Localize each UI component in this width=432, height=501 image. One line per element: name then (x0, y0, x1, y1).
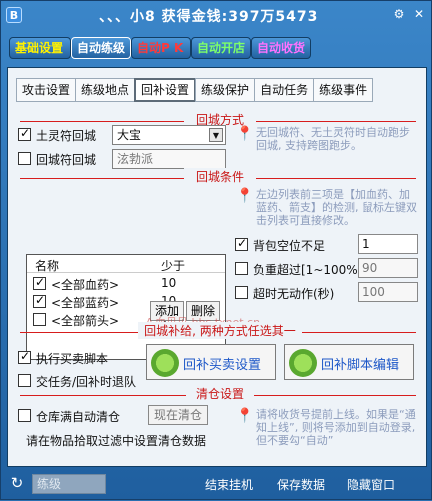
nav-tab-auto-shop[interactable]: 自动开店 (191, 37, 251, 59)
subtab-replenish[interactable]: 回补设置 (134, 78, 197, 102)
return-location-select[interactable]: 大宝 ▼ (112, 125, 226, 145)
save-data-button[interactable]: 保存数据 (277, 476, 325, 493)
subtab-attack[interactable]: 攻击设置 (16, 78, 77, 102)
section-title-clear: 清仓设置 (186, 385, 254, 402)
main-nav: 基础设置 自动练级 自动P K 自动开店 自动收货 (1, 31, 432, 65)
clear-note: 请在物品拾取过滤中设置清仓数据 (26, 434, 207, 448)
auto-clear-checkbox[interactable] (18, 409, 31, 422)
leave-team-checkbox[interactable] (18, 374, 31, 387)
list-item-name: <全部蓝药> (51, 296, 120, 310)
column-name: 名称 (35, 259, 60, 273)
list-item-name: <全部箭头> (51, 314, 120, 328)
title-bar: B 、、、小8 获得金钱:397万5473 ⚙ ✕ (1, 1, 432, 29)
help-return-text: 无回城符、无土灵符时自动跑步回城, 支持跨图跑步。 (256, 126, 410, 152)
nav-tab-basic[interactable]: 基础设置 (9, 37, 71, 59)
bag-space-checkbox[interactable] (235, 236, 248, 251)
timeout-input[interactable]: 100 (358, 282, 418, 302)
list-item-checkbox[interactable] (33, 293, 46, 308)
hide-window-button[interactable]: 隐藏窗口 (347, 476, 395, 493)
level-select[interactable]: 练级 (32, 474, 106, 494)
bag-space-input[interactable]: 1 (358, 234, 418, 254)
chevron-down-icon: ▼ (209, 128, 223, 142)
city-select[interactable]: 泫勃派 (112, 149, 226, 169)
buy-sell-script-label: 执行买卖脚本 (36, 352, 109, 366)
timeout-label: 超时无动作(秒) (253, 287, 335, 301)
buy-sell-script-checkbox[interactable] (18, 349, 31, 364)
weight-checkbox[interactable] (235, 262, 248, 275)
bottom-bar: ↻ 练级 结束挂机 保存数据 隐藏窗口 (1, 467, 432, 501)
frog-icon (289, 349, 317, 377)
section-title-supply: 回城补给, 两种方式任选其一 (138, 322, 302, 339)
list-item-value: 10 (161, 276, 177, 290)
gear-icon[interactable]: ⚙ (391, 6, 407, 22)
buy-sell-settings-button[interactable]: 回补买卖设置 (146, 344, 276, 380)
timeout-checkbox[interactable] (235, 286, 248, 299)
refresh-icon[interactable]: ↻ (9, 475, 25, 491)
subtab-protection[interactable]: 练级保护 (195, 78, 256, 102)
select-value: 大宝 (117, 128, 142, 142)
nav-tab-auto-pk[interactable]: 自动P K (131, 37, 191, 59)
button-label: 回补脚本编辑 (321, 358, 400, 373)
clear-now-button[interactable]: 现在清仓 (148, 405, 208, 425)
nav-tab-label: 基础设置 (15, 41, 64, 55)
return-charm-checkbox[interactable] (18, 152, 31, 165)
pin-icon: 📍 (236, 408, 254, 424)
sub-tabs: 攻击设置 练级地点 回补设置 练级保护 自动任务 练级事件 (16, 78, 420, 102)
nav-tab-label: 自动收货 (257, 41, 306, 55)
list-item-name: <全部血药> (51, 278, 120, 292)
end-hanging-button[interactable]: 结束挂机 (205, 476, 253, 493)
earth-charm-label: 土灵符回城 (36, 129, 97, 143)
settings-panel: 攻击设置 练级地点 回补设置 练级保护 自动任务 练级事件 回城方式 土灵符回城… (7, 67, 427, 467)
pin-icon: 📍 (236, 188, 254, 204)
auto-clear-label: 仓库满自动清仓 (36, 410, 121, 424)
return-charm-label: 回城符回城 (36, 153, 97, 167)
column-less-than: 少于 (161, 259, 186, 273)
main-window: B 、、、小8 获得金钱:397万5473 ⚙ ✕ 基础设置 自动练级 自动P … (0, 0, 432, 500)
subtab-location[interactable]: 练级地点 (75, 78, 136, 102)
list-header: 名称 少于 (27, 255, 225, 273)
bag-space-label: 背包空位不足 (253, 239, 326, 253)
subtab-tasks[interactable]: 自动任务 (254, 78, 315, 102)
pin-icon: 📍 (236, 126, 254, 142)
list-item-checkbox[interactable] (33, 275, 46, 290)
button-label: 回补买卖设置 (183, 358, 262, 373)
select-value: 泫勃派 (117, 152, 154, 166)
app-icon: B (6, 7, 22, 23)
nav-tab-auto-leveling[interactable]: 自动练级 (71, 37, 131, 59)
nav-tab-auto-receive[interactable]: 自动收货 (251, 37, 311, 59)
subtab-events[interactable]: 练级事件 (313, 78, 374, 102)
section-title-conditions: 回城条件 (184, 168, 256, 185)
nav-tab-label: 自动P K (137, 41, 184, 55)
list-item-checkbox[interactable] (33, 313, 46, 326)
nav-tab-label: 自动练级 (77, 41, 126, 55)
help-clear-text: 请将收货号提前上线。如果是“通知上线”, 则将号添加到自动登录, 但不要勾“自动… (256, 408, 416, 447)
frog-icon (151, 349, 179, 377)
list-item[interactable]: <全部血药> 10 (27, 275, 225, 293)
nav-tab-label: 自动开店 (197, 41, 246, 55)
weight-label: 负重超过[1~100%] (253, 263, 363, 277)
leave-team-label: 交任务/回补时退队 (36, 375, 137, 389)
help-conditions-text: 左边列表前三项是【加血药、加蓝药、箭支】的检测, 鼠标左键双击列表可直接修改。 (256, 188, 417, 227)
window-title: 、、、小8 获得金钱:397万5473 (99, 9, 319, 25)
earth-charm-checkbox[interactable] (18, 126, 31, 141)
close-icon[interactable]: ✕ (411, 6, 427, 22)
script-editor-button[interactable]: 回补脚本编辑 (284, 344, 414, 380)
weight-input[interactable]: 90 (358, 258, 418, 278)
